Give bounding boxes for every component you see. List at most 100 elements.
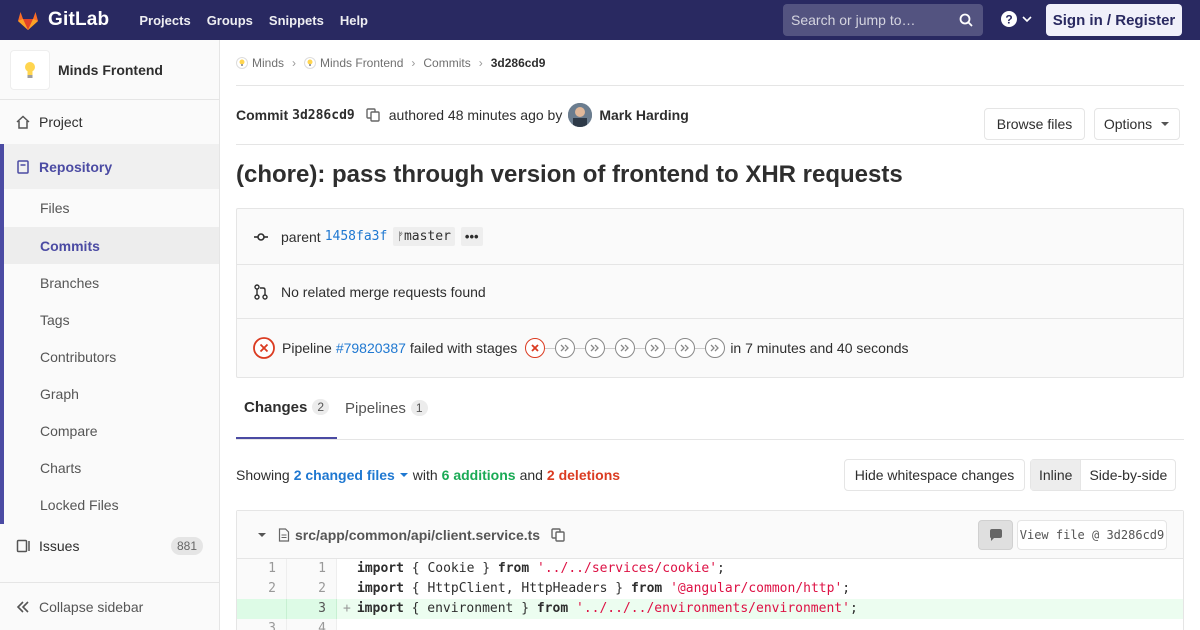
old-line-number[interactable] (237, 599, 287, 619)
brand-name: GitLab (48, 9, 110, 30)
diff-line: 1 1 import { Cookie } from '../../servic… (237, 559, 1183, 579)
breadcrumb-current[interactable]: 3d286cd9 (491, 56, 546, 70)
commit-tabs: Changes 2 Pipelines 1 (236, 378, 1184, 440)
breadcrumb-item[interactable]: Commits (423, 56, 470, 70)
nav-help[interactable]: Help (332, 13, 376, 28)
branch-icon: ᚠ (397, 230, 404, 243)
search-icon (959, 13, 973, 27)
tab-pipelines[interactable]: Pipelines 1 (337, 377, 436, 439)
main-content: Minds › Minds Frontend › Commits › 3d286… (236, 40, 1184, 630)
options-dropdown-button[interactable]: Options (1094, 108, 1180, 140)
copy-icon[interactable] (550, 527, 566, 543)
nav-groups[interactable]: Groups (199, 13, 261, 28)
line-code: import { Cookie } from '../../services/c… (357, 561, 725, 576)
inline-view-button[interactable]: Inline (1031, 460, 1082, 490)
help-icon: ? (1001, 11, 1017, 27)
stage-failed-icon[interactable] (525, 338, 546, 358)
new-line-number[interactable]: 4 (287, 619, 337, 630)
options-label: Options (1103, 116, 1153, 132)
diff-view-toggle: Inline Side-by-side (1030, 459, 1177, 491)
stage-skipped-icon[interactable] (705, 338, 726, 358)
sidebar-item-charts[interactable]: Charts (4, 449, 219, 486)
sidebar-item-compare[interactable]: Compare (4, 412, 219, 449)
help-dropdown[interactable]: ? (1001, 11, 1033, 27)
search-box[interactable] (783, 4, 983, 36)
parent-sha-link[interactable]: 1458fa3f (325, 229, 388, 244)
stage-skipped-icon[interactable] (675, 338, 696, 358)
changed-files-dropdown[interactable]: 2 changed files (294, 467, 409, 483)
old-line-number[interactable]: 2 (237, 579, 287, 599)
stage-skipped-icon[interactable] (645, 338, 666, 358)
sidebar-item-files[interactable]: Files (4, 189, 219, 227)
file-icon (278, 527, 290, 542)
stage-skipped-icon[interactable] (585, 338, 606, 358)
sidebar-item-tags[interactable]: Tags (4, 301, 219, 338)
sidebar-item-repository[interactable]: Repository (4, 144, 219, 189)
pipeline-link[interactable]: #79820387 (336, 340, 406, 356)
sidebar-item-graph[interactable]: Graph (4, 375, 219, 412)
breadcrumb: Minds › Minds Frontend › Commits › 3d286… (236, 40, 1184, 86)
issues-icon (15, 538, 31, 554)
sidebar-project-header[interactable]: Minds Frontend (0, 40, 219, 100)
new-line-number[interactable]: 1 (287, 559, 337, 579)
new-line-number[interactable]: 2 (287, 579, 337, 599)
hide-whitespace-button[interactable]: Hide whitespace changes (844, 459, 1025, 491)
collapse-sidebar-button[interactable]: Collapse sidebar (0, 582, 219, 630)
pipeline-status-text: failed with stages (409, 340, 518, 356)
sidebar-item-label: Project (39, 114, 83, 130)
breadcrumb-item[interactable]: Minds (236, 56, 284, 70)
status-failed-icon[interactable] (253, 337, 275, 359)
top-navbar: GitLab Projects Groups Snippets Help ? S… (0, 0, 1200, 40)
more-refs-button[interactable]: ••• (460, 227, 483, 246)
line-code: + import { environment } from '../../../e… (337, 599, 1183, 619)
pipeline-row: Pipeline #79820387 failed with stages in… (237, 319, 1183, 377)
sidebar-repository-section: Repository Files Commits Branches Tags C… (0, 144, 219, 524)
branch-tag[interactable]: ᚠmaster (393, 227, 455, 246)
stage-skipped-icon[interactable] (555, 338, 576, 358)
sidebar-item-label: Issues (39, 538, 80, 554)
caret-down-icon (399, 473, 408, 477)
toggle-comments-button[interactable] (978, 520, 1013, 550)
chevron-right-icon: › (292, 55, 297, 70)
diff-summary: Showing 2 changed files with 6 additions… (236, 440, 1184, 510)
side-by-side-view-button[interactable]: Side-by-side (1081, 460, 1175, 490)
old-line-number[interactable]: 1 (237, 559, 287, 579)
diff-file-path[interactable]: src/app/common/api/client.service.ts (295, 527, 540, 543)
sign-in-button[interactable]: Sign in / Register (1046, 4, 1182, 36)
old-line-number[interactable]: 3 (237, 619, 287, 630)
tab-changes[interactable]: Changes 2 (236, 377, 338, 439)
gitlab-home-link[interactable]: GitLab (16, 0, 109, 40)
pipelines-count-badge: 1 (410, 400, 428, 416)
search-input[interactable] (791, 12, 951, 28)
sidebar-item-contributors[interactable]: Contributors (4, 338, 219, 375)
lightbulb-icon (236, 56, 248, 69)
merge-request-row: No related merge requests found (237, 265, 1183, 319)
sidebar-item-project[interactable]: Project (0, 100, 219, 144)
book-icon (15, 159, 31, 175)
avatar[interactable] (568, 103, 593, 127)
project-avatar (10, 49, 50, 90)
view-file-button[interactable]: View file @ 3d286cd9 (1017, 520, 1167, 550)
caret-down-icon (1161, 122, 1170, 126)
browse-files-button[interactable]: Browse files (984, 108, 1085, 140)
merge-requests-text: No related merge requests found (281, 283, 486, 300)
commit-authored-text: authored 48 minutes ago by (388, 107, 563, 123)
commit-header: Commit 3d286cd9 authored 48 minutes ago … (236, 86, 1184, 145)
sidebar-item-branches[interactable]: Branches (4, 264, 219, 301)
author-name[interactable]: Mark Harding (599, 107, 688, 123)
nav-snippets[interactable]: Snippets (261, 13, 332, 28)
copy-icon[interactable] (365, 107, 381, 123)
caret-down-icon[interactable] (257, 530, 267, 540)
issues-count-badge: 881 (170, 537, 203, 555)
new-line-number[interactable]: 3 (287, 599, 337, 619)
double-chevron-left-icon (16, 600, 29, 613)
stage-skipped-icon[interactable] (615, 338, 636, 358)
chevron-down-icon (1022, 16, 1032, 23)
sidebar-item-commits[interactable]: Commits (4, 227, 219, 264)
sidebar-item-issues[interactable]: Issues 881 (0, 524, 219, 568)
deletions-count: 2 deletions (546, 467, 621, 483)
breadcrumb-item[interactable]: Minds Frontend (304, 56, 403, 70)
sidebar-item-locked-files[interactable]: Locked Files (4, 486, 219, 524)
nav-projects[interactable]: Projects (131, 13, 198, 28)
